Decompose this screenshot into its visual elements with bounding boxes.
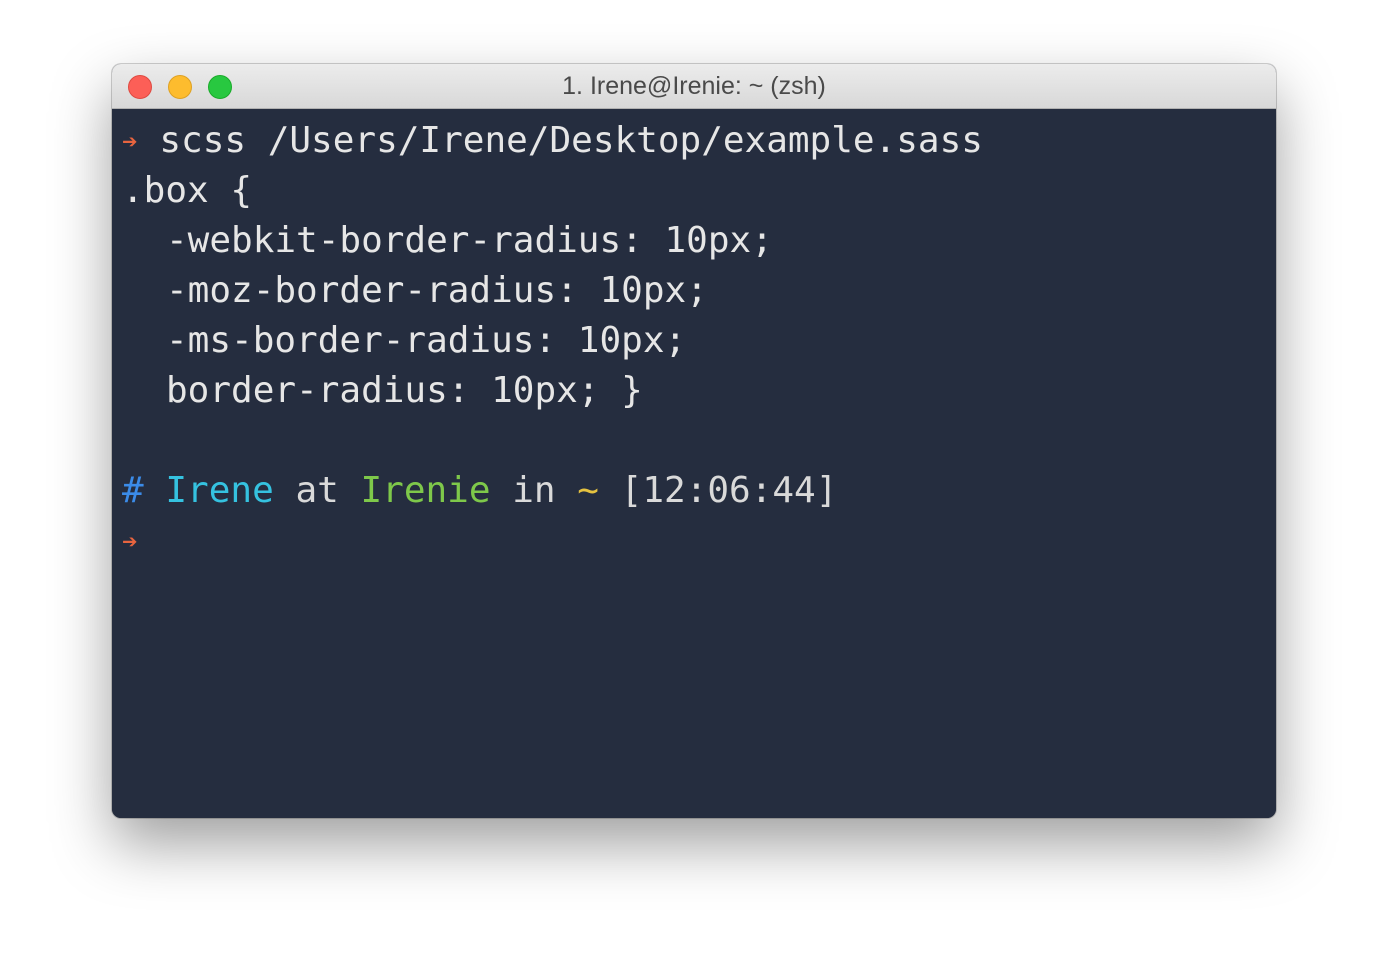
output-line: -webkit-border-radius: 10px; — [122, 216, 1276, 266]
output-line: .box { — [122, 166, 1276, 216]
output-line: -ms-border-radius: 10px; — [122, 316, 1276, 366]
window-title: 1. Irene@Irenie: ~ (zsh) — [562, 72, 826, 100]
status-host: Irenie — [360, 470, 491, 511]
status-at: at — [295, 470, 339, 511]
status-path: ~ — [577, 470, 599, 511]
prompt-arrow-icon: ➔ — [122, 527, 138, 557]
prompt-line[interactable]: ➔ — [122, 516, 1276, 566]
prompt-arrow-icon: ➔ — [122, 127, 138, 157]
title-bar[interactable]: 1. Irene@Irenie: ~ (zsh) — [112, 64, 1276, 109]
terminal-content[interactable]: ➔ scss /Users/Irene/Desktop/example.sass… — [112, 110, 1276, 818]
output-line: -moz-border-radius: 10px; — [122, 266, 1276, 316]
output-text: -webkit-border-radius: 10px; — [166, 220, 773, 261]
output-text: .box { — [122, 170, 253, 211]
output-text: border-radius: 10px; } — [166, 370, 643, 411]
status-time: [12:06:44] — [620, 470, 838, 511]
status-hash: # — [122, 470, 144, 511]
status-user: Irene — [165, 470, 274, 511]
status-in: in — [512, 470, 556, 511]
command-text: scss /Users/Irene/Desktop/example.sass — [159, 120, 983, 161]
terminal-window: 1. Irene@Irenie: ~ (zsh) ➔ scss /Users/I… — [112, 64, 1276, 818]
output-line: border-radius: 10px; } — [122, 366, 1276, 416]
output-text: -ms-border-radius: 10px; — [166, 320, 687, 361]
command-line: ➔ scss /Users/Irene/Desktop/example.sass — [122, 116, 1276, 166]
status-line: # Irene at Irenie in ~ [12:06:44] — [122, 466, 1276, 516]
output-text: -moz-border-radius: 10px; — [166, 270, 708, 311]
